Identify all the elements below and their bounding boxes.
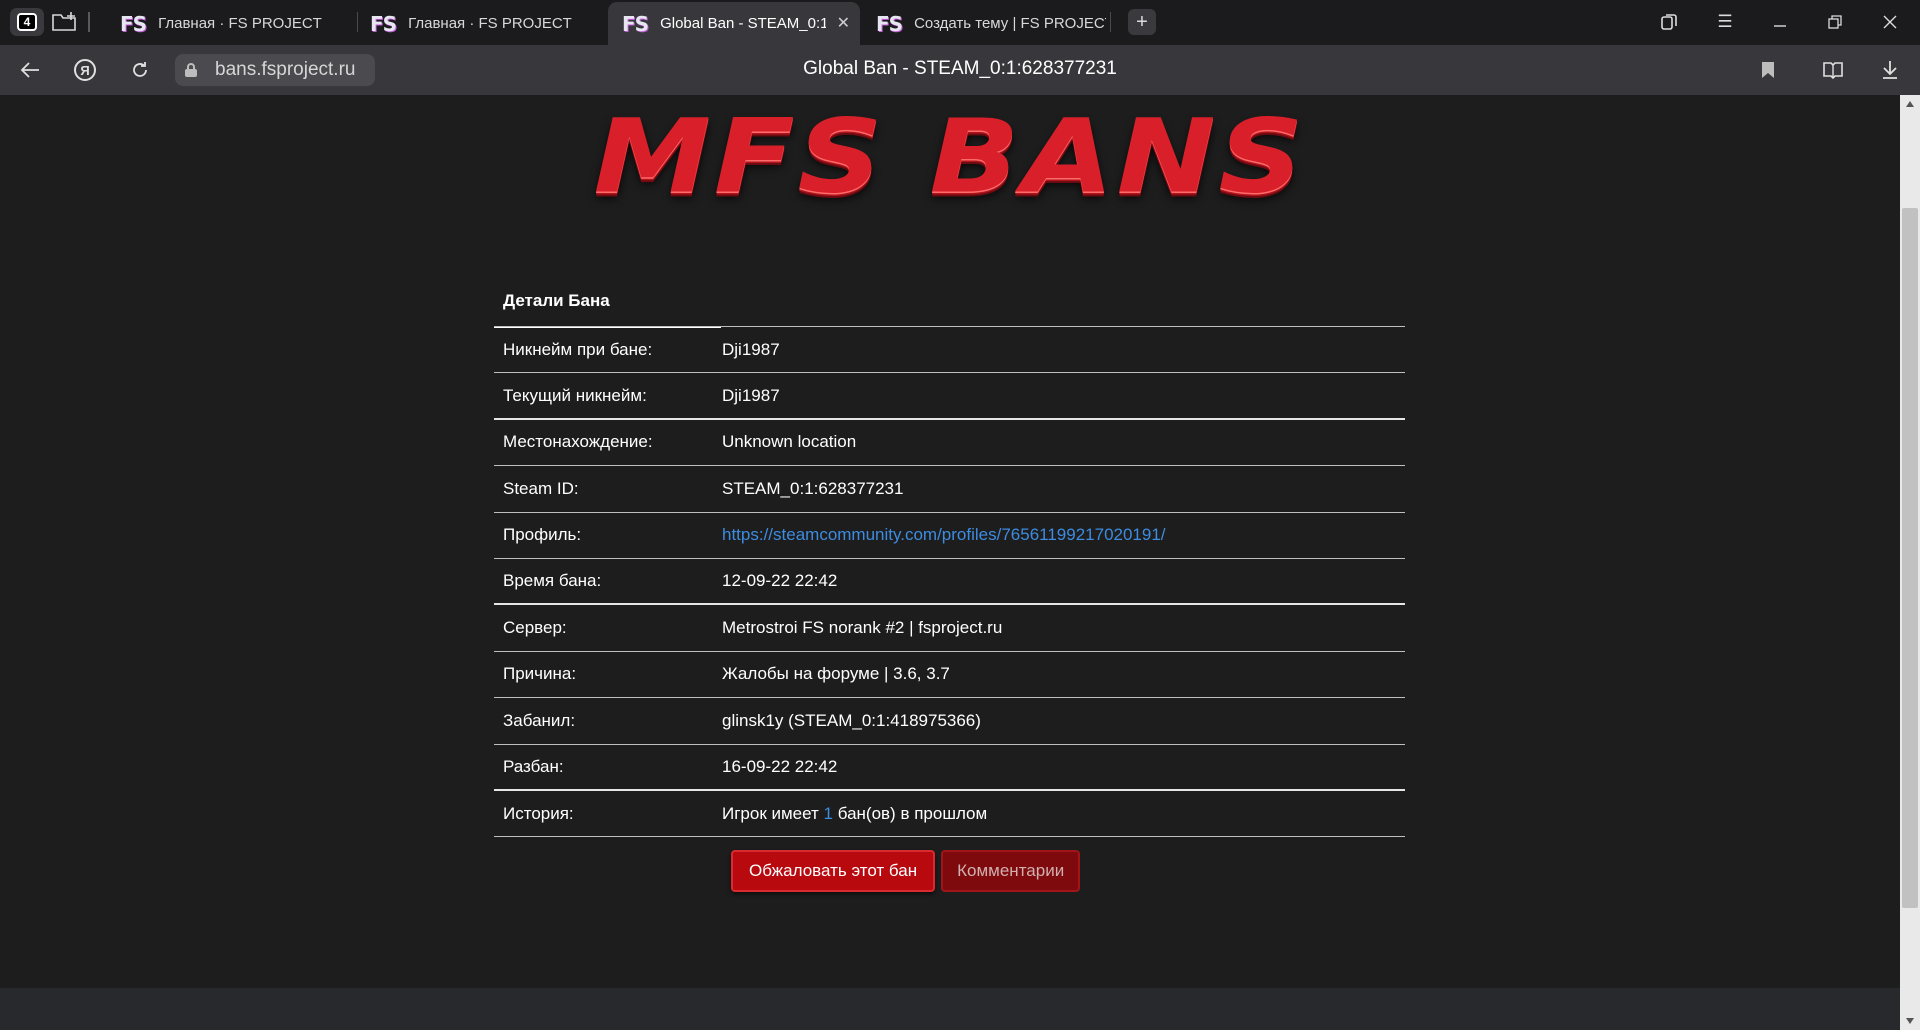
- tab-main-1[interactable]: FS Главная · FS PROJECT: [106, 2, 356, 45]
- tab-title: Создать тему | FS PROJECT: [914, 15, 1107, 32]
- detail-row-unban: Разбан: 16-09-22 22:42: [494, 745, 1405, 791]
- detail-value: STEAM_0:1:628377231: [722, 478, 904, 498]
- bookmark-icon[interactable]: [1752, 56, 1784, 84]
- detail-value: Dji1987: [722, 385, 780, 405]
- fs-favicon-icon: FS: [876, 11, 903, 36]
- detail-value: Metrostroi FS norank #2 | fsproject.ru: [722, 618, 1003, 638]
- minimize-icon[interactable]: [1760, 8, 1800, 36]
- tab-main-2[interactable]: FS Главная · FS PROJECT: [356, 2, 606, 45]
- fs-favicon-icon: FS: [120, 11, 147, 36]
- detail-label: Местонахождение:: [503, 432, 653, 452]
- reader-mode-icon[interactable]: [1817, 56, 1849, 84]
- reload-icon[interactable]: [124, 56, 156, 84]
- history-count-link[interactable]: 1: [824, 804, 833, 823]
- scroll-up-arrow-icon[interactable]: [1906, 101, 1914, 107]
- tab-bar: 4 FS Главная · FS PROJECT FS Главная · F…: [0, 0, 1920, 45]
- back-arrow-icon[interactable]: [14, 56, 46, 84]
- tab-divider: [1110, 12, 1111, 32]
- ban-actions: Обжаловать этот бан Комментарии: [731, 850, 1081, 892]
- detail-label: История:: [503, 803, 574, 823]
- detail-label: Забанил:: [503, 710, 576, 730]
- comments-button[interactable]: Комментарии: [941, 850, 1081, 892]
- close-tab-icon[interactable]: ✕: [837, 13, 850, 33]
- detail-row-server: Сервер: Metrostroi FS norank #2 | fsproj…: [494, 605, 1405, 652]
- scrollbar-thumb[interactable]: [1902, 208, 1918, 908]
- lock-icon: [185, 63, 197, 77]
- detail-value: 12-09-22 22:42: [722, 571, 838, 591]
- detail-value: Dji1987: [722, 339, 780, 359]
- history-suffix: бан(ов) в прошлом: [833, 803, 988, 823]
- detail-label: Текущий никнейм:: [503, 385, 647, 405]
- detail-label: Причина:: [503, 664, 577, 684]
- detail-row-ban-time: Время бана: 12-09-22 22:42: [494, 559, 1405, 606]
- tab-create-topic[interactable]: FS Создать тему | FS PROJECT: [862, 2, 1110, 45]
- history-value: Игрок имеет 1 бан(ов) в прошлом: [722, 804, 1405, 824]
- detail-row-reason: Причина: Жалобы на форуме | 3.6, 3.7: [494, 652, 1405, 699]
- detail-row-nick-at-ban: Никнейм при бане: Dji1987: [494, 327, 1405, 374]
- detail-row-current-nick: Текущий никнейм: Dji1987: [494, 373, 1405, 420]
- detail-value: glinsk1y (STEAM_0:1:418975366): [722, 710, 981, 730]
- detail-label: Разбан:: [503, 756, 564, 776]
- tab-separator: [88, 12, 90, 32]
- url-text: bans.fsproject.ru: [215, 59, 356, 80]
- tab-count: 4: [17, 13, 37, 31]
- detail-label: Steam ID:: [503, 478, 579, 498]
- tab-global-ban[interactable]: FS Global Ban - STEAM_0:1 ✕: [608, 2, 860, 45]
- vertical-scrollbar[interactable]: [1900, 95, 1920, 1030]
- page-footer: [0, 988, 1900, 1030]
- close-window-icon[interactable]: [1870, 8, 1910, 36]
- ban-details-table: Детали Бана Никнейм при бане: Dji1987 Те…: [494, 275, 1405, 838]
- detail-label: Сервер:: [503, 618, 567, 638]
- new-tab-group-icon[interactable]: [50, 10, 80, 34]
- detail-value: Unknown location: [722, 432, 857, 452]
- history-prefix: Игрок имеет: [722, 803, 824, 823]
- tab-counter-button[interactable]: 4: [10, 8, 44, 36]
- detail-label: Время бана:: [503, 571, 602, 591]
- new-tab-button[interactable]: +: [1128, 9, 1156, 35]
- menu-icon[interactable]: ☰: [1705, 8, 1745, 36]
- site-logo[interactable]: MFS BANS: [0, 97, 1900, 216]
- detail-row-steam-id: Steam ID: STEAM_0:1:628377231: [494, 466, 1405, 513]
- url-field[interactable]: bans.fsproject.ru: [175, 54, 375, 86]
- yandex-icon[interactable]: Я: [69, 56, 101, 84]
- page-viewport: MFS BANS Детали Бана Никнейм при бане: D…: [0, 95, 1900, 1030]
- profile-link[interactable]: https://steamcommunity.com/profiles/7656…: [722, 525, 1405, 545]
- detail-row-banned-by: Забанил: glinsk1y (STEAM_0:1:418975366): [494, 698, 1405, 745]
- detail-row-history: История: Игрок имеет 1 бан(ов) в прошлом: [494, 791, 1405, 838]
- collections-icon[interactable]: [1649, 8, 1689, 36]
- tab-title: Global Ban - STEAM_0:1: [660, 15, 826, 32]
- detail-label: Никнейм при бане:: [503, 339, 653, 359]
- restore-icon[interactable]: [1815, 8, 1855, 36]
- ban-details-header: Детали Бана: [494, 275, 1405, 328]
- fs-favicon-icon: FS: [370, 11, 397, 36]
- detail-row-profile: Профиль: https://steamcommunity.com/prof…: [494, 513, 1405, 559]
- tab-title: Главная · FS PROJECT: [158, 15, 322, 32]
- detail-value: Жалобы на форуме | 3.6, 3.7: [722, 664, 950, 684]
- fs-favicon-icon: FS: [622, 11, 649, 36]
- address-bar: Я bans.fsproject.ru Global Ban - STEAM_0…: [0, 45, 1920, 95]
- scroll-down-arrow-icon[interactable]: [1906, 1018, 1914, 1024]
- detail-label: Профиль:: [503, 525, 582, 545]
- detail-value: 16-09-22 22:42: [722, 756, 838, 776]
- detail-row-location: Местонахождение: Unknown location: [494, 420, 1405, 467]
- tab-title: Главная · FS PROJECT: [408, 15, 572, 32]
- download-icon[interactable]: [1874, 56, 1906, 84]
- appeal-ban-button[interactable]: Обжаловать этот бан: [731, 850, 936, 892]
